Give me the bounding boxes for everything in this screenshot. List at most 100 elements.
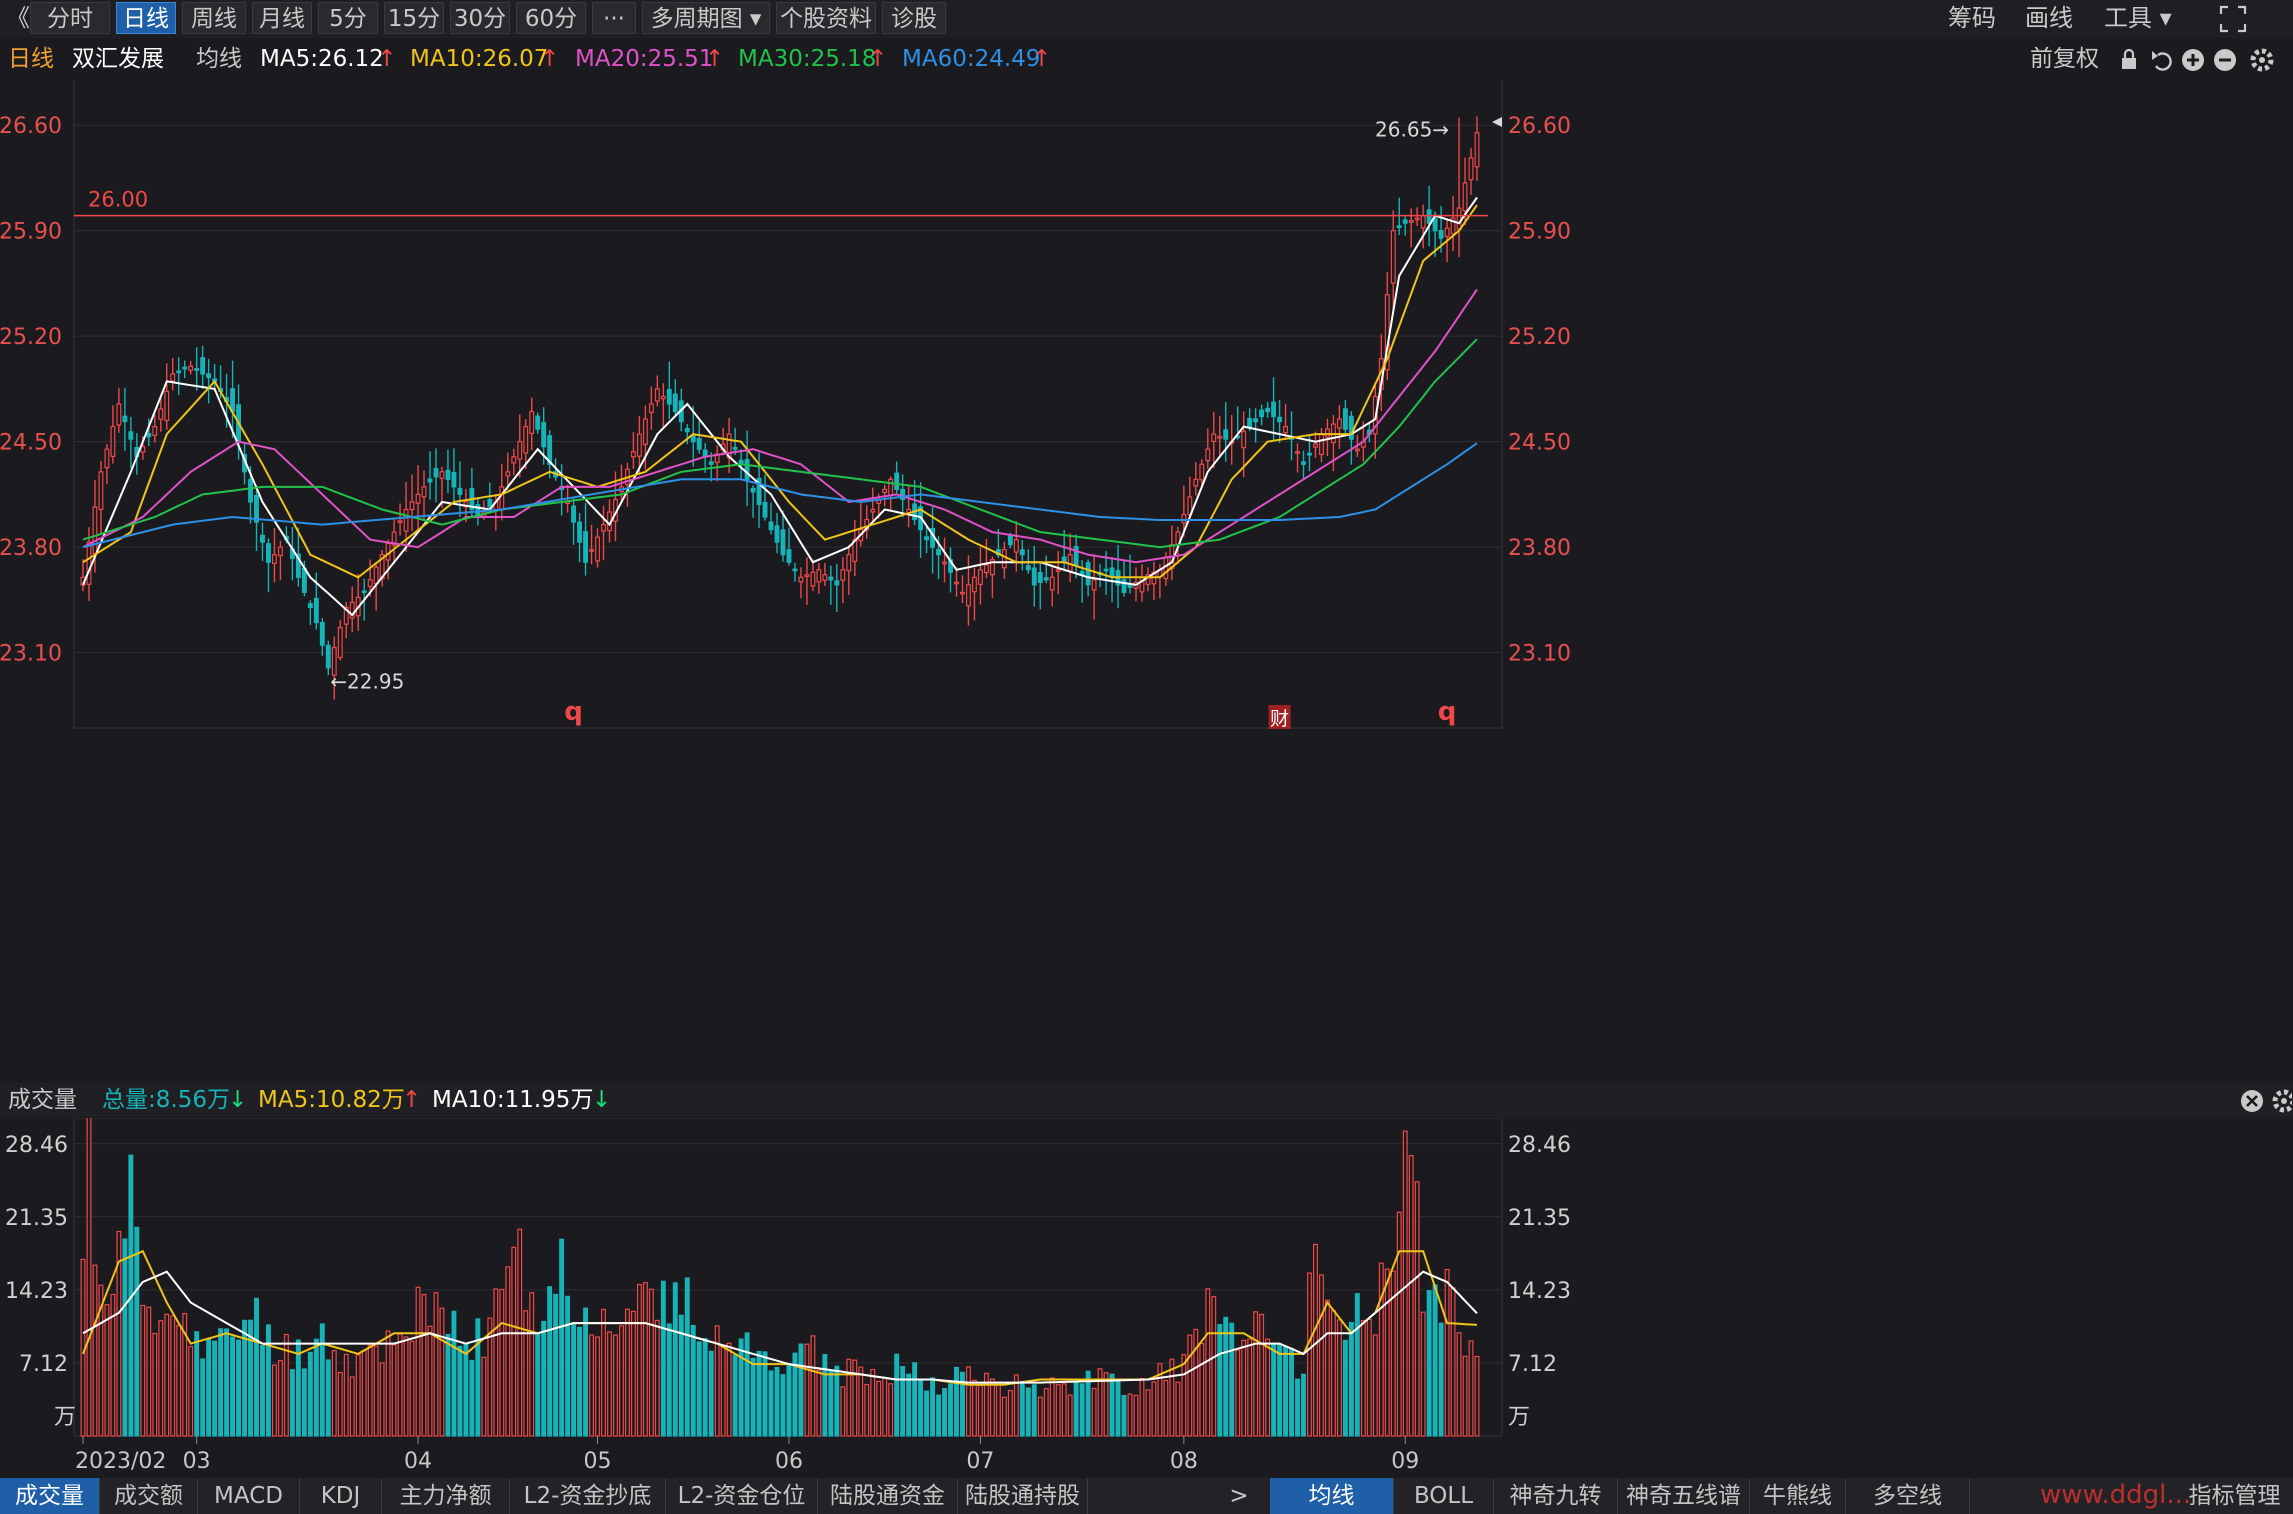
candle-body (1396, 225, 1402, 228)
settings-icon[interactable] (2250, 48, 2274, 72)
volume-bar (1450, 1287, 1456, 1437)
y-tick-label-right: 25.90 (1508, 220, 1571, 245)
overlay-tab-4[interactable]: 牛熊线 (1750, 1478, 1846, 1514)
lock-icon[interactable] (2122, 48, 2136, 69)
tab-scroll-next-icon[interactable]: > (1222, 1478, 1256, 1514)
volume-bar (774, 1366, 780, 1437)
candle-body (750, 487, 756, 493)
candle-body (654, 388, 660, 402)
volume-bar (870, 1368, 876, 1437)
candle-body (966, 584, 971, 607)
volume-bar (1091, 1387, 1097, 1437)
candle-body (1462, 182, 1468, 212)
period-button-7[interactable]: 60分 (516, 2, 586, 34)
period-button-6[interactable]: 30分 (450, 2, 510, 34)
candle-body (774, 525, 780, 543)
candle-body (409, 501, 415, 511)
volume-bar (654, 1319, 660, 1437)
indicator-tab-2[interactable]: MACD (198, 1478, 300, 1514)
candle-body (762, 501, 768, 518)
candle-body (1019, 549, 1025, 556)
candle-body (427, 478, 433, 483)
undo-icon[interactable] (2152, 51, 2172, 71)
chart-controls (2122, 48, 2274, 72)
period-button-0[interactable]: 分时 (30, 2, 110, 34)
up-arrow-icon: ↑ (377, 46, 397, 72)
y-tick-label-left: 23.10 (0, 642, 62, 667)
indicator-tab-4[interactable]: 主力净额 (382, 1478, 510, 1514)
overlay-tab-3[interactable]: 神奇五线谱 (1618, 1478, 1750, 1514)
candle-body (1283, 426, 1289, 434)
candle-body (1336, 418, 1342, 429)
marker-label: q (1438, 697, 1457, 727)
volume-bar (1235, 1349, 1241, 1437)
candle-body (983, 564, 989, 574)
candle-body (816, 569, 822, 583)
volume-bar (499, 1288, 505, 1437)
volume-bar (1324, 1299, 1330, 1437)
indicator-tab-5[interactable]: L2-资金抄底 (510, 1478, 666, 1514)
zoom-in-icon[interactable] (2182, 49, 2204, 71)
volume-bar (696, 1341, 702, 1437)
x-tick-label: 08 (1170, 1449, 1198, 1474)
overlay-tab-1[interactable]: BOLL (1394, 1478, 1494, 1514)
volume-bar (1271, 1342, 1277, 1437)
indicator-tab-3[interactable]: KDJ (300, 1478, 382, 1514)
candle-body (1205, 448, 1211, 462)
zoom-out-icon[interactable] (2214, 49, 2236, 71)
period-button-8[interactable]: ··· (592, 2, 636, 34)
overlay-tab-2[interactable]: 神奇九转 (1494, 1478, 1618, 1514)
volume-y-label-right: 14.23 (1508, 1279, 1571, 1304)
volume-bar (361, 1349, 367, 1437)
chips-button[interactable]: 筹码 (1948, 0, 1996, 36)
volume-chart[interactable]: 2023/02 03 04 05 06 07 08 09 28.46 28.46 21.35 21.3… (0, 1118, 2293, 1478)
period-button-10[interactable]: 个股资料 (776, 2, 876, 34)
candle-body (415, 493, 421, 504)
legend-ma-3: MA30:25.18 (738, 46, 877, 72)
volume-bar (481, 1356, 487, 1437)
volume-bar (971, 1379, 977, 1437)
candle-body (1253, 418, 1259, 423)
indicator-tab-8[interactable]: 陆股通持股 (958, 1478, 1088, 1514)
period-button-9[interactable]: 多周期图 ▾ (642, 2, 770, 34)
overlay-tab-5[interactable]: 多空线 (1846, 1478, 1970, 1514)
volume-bar (266, 1324, 271, 1437)
volume-bar (810, 1335, 816, 1437)
period-button-2[interactable]: 周线 (182, 2, 246, 34)
volume-bar (1247, 1338, 1253, 1437)
indicator-tab-0[interactable]: 成交量 (0, 1478, 100, 1514)
candle-body (1025, 565, 1031, 571)
close-icon[interactable] (2241, 1090, 2263, 1112)
period-button-3[interactable]: 月线 (252, 2, 312, 34)
tools-button[interactable]: 工具 ▾ (2104, 0, 2172, 36)
candle-body (110, 426, 116, 457)
fullscreen-icon[interactable] (2218, 4, 2248, 34)
candle-body (206, 373, 212, 379)
period-button-11[interactable]: 诊股 (882, 2, 946, 34)
adjust-mode[interactable]: 前复权 (2030, 40, 2099, 78)
candle-body (487, 498, 493, 508)
back-icon[interactable]: 《 (6, 0, 30, 36)
draw-line-button[interactable]: 画线 (2025, 0, 2073, 36)
period-button-4[interactable]: 5分 (318, 2, 378, 34)
period-button-1[interactable]: 日线 (116, 2, 176, 34)
indicator-tab-1[interactable]: 成交额 (100, 1478, 198, 1514)
y-tick-label-left: 26.60 (0, 114, 62, 139)
volume-bar (1001, 1396, 1007, 1437)
candle-body (337, 626, 343, 659)
up-arrow-icon: ↑ (540, 46, 560, 72)
overlay-tab-0[interactable]: 均线 (1270, 1478, 1394, 1514)
indicator-tab-6[interactable]: L2-资金仓位 (666, 1478, 818, 1514)
indicator-manage-button[interactable]: 指标管理 (2176, 1478, 2293, 1514)
volume-bar (876, 1380, 882, 1437)
volume-bar (1121, 1394, 1127, 1437)
volume-bar (439, 1307, 445, 1437)
candle-body (1073, 546, 1079, 566)
volume-bar (948, 1383, 953, 1437)
volume-bar (451, 1310, 457, 1437)
price-chart[interactable]: 26.60 26.60 25.90 25.90 25.20 25.20 24.50 24.50… (0, 80, 2293, 1080)
period-button-5[interactable]: 15分 (384, 2, 444, 34)
volume-bar (86, 1118, 92, 1437)
indicator-tab-7[interactable]: 陆股通资金 (818, 1478, 958, 1514)
settings-icon[interactable] (2272, 1089, 2292, 1113)
